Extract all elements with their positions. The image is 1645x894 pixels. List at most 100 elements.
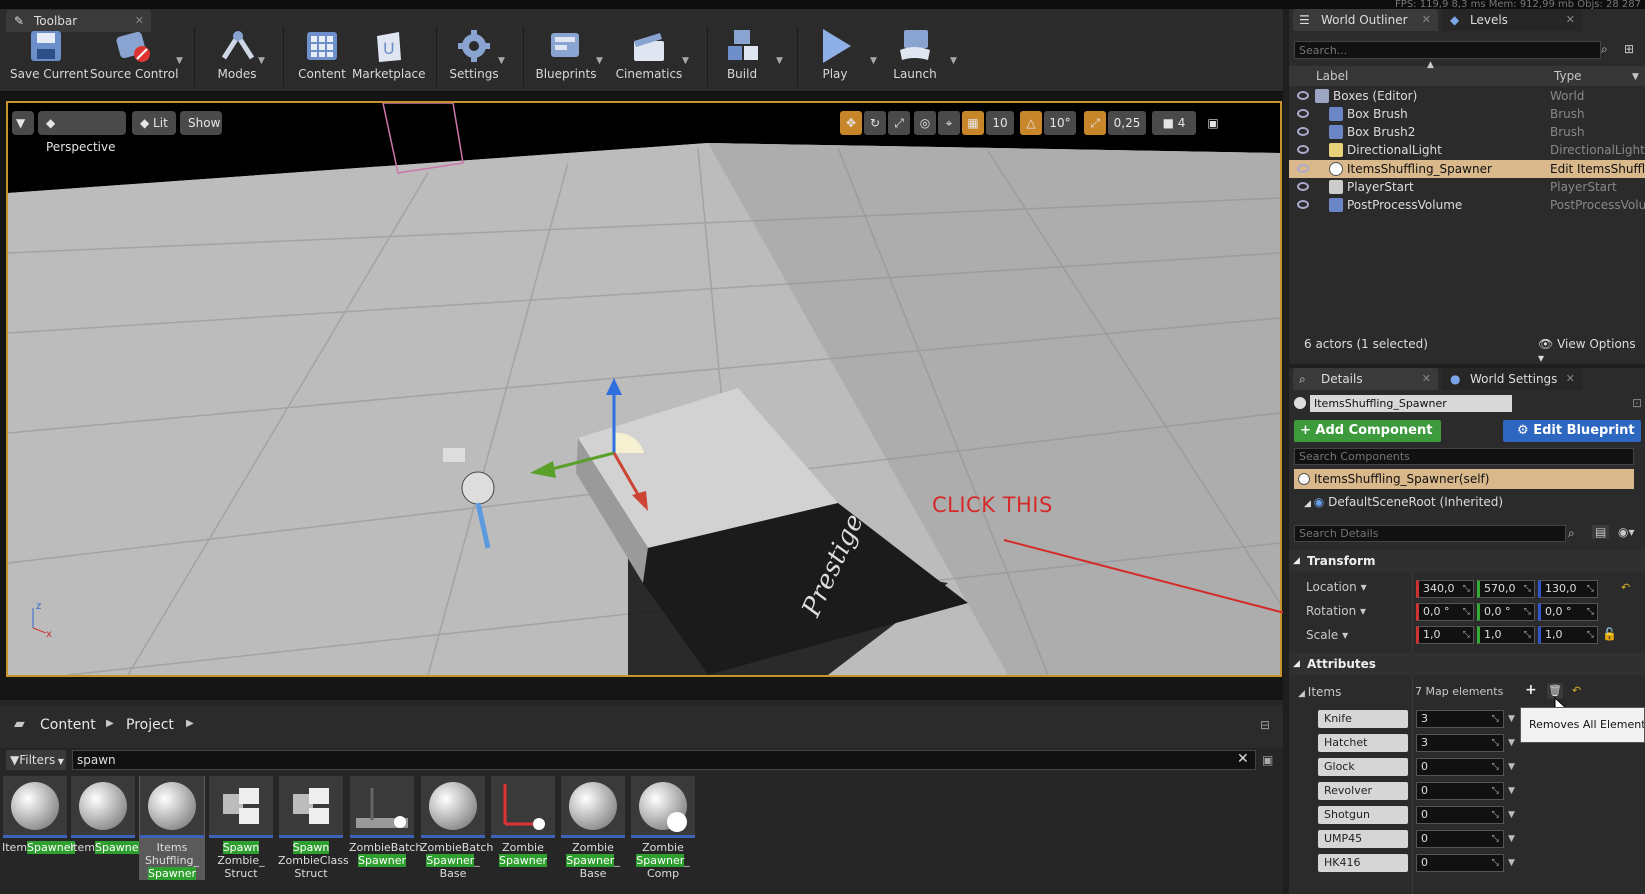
chevron-down-icon[interactable]: ▼ [1632, 72, 1639, 82]
asset-tile[interactable]: Zombie Spawner_ Base [560, 776, 626, 880]
outliner-row[interactable]: PlayerStart PlayerStart [1289, 178, 1645, 196]
asset-tile[interactable]: Zombie Spawner_ Comp [630, 776, 696, 880]
scale-x-field[interactable]: 1,0 ⤡ [1416, 626, 1474, 644]
filters-button[interactable]: ▼Filters ▼ [6, 750, 66, 770]
chevron-down-icon[interactable]: ▼ [498, 56, 505, 66]
scale-snap-icon[interactable]: ⤢ [1084, 111, 1106, 135]
viewport-options-button[interactable]: ▼ [12, 111, 34, 135]
level-viewport[interactable]: Prestige zx ▼ ◆ Perspective ◆ Lit Show ✥… [6, 101, 1282, 677]
close-icon[interactable]: ✕ [1566, 368, 1575, 390]
location-x-field[interactable]: 340,0 ⤡ [1416, 580, 1474, 598]
chevron-down-icon[interactable]: ▼ [258, 56, 265, 66]
map-key-field[interactable]: Glock [1318, 758, 1408, 776]
outliner-row[interactable]: DirectionalLight DirectionalLight [1289, 141, 1645, 159]
grid-snap-value[interactable]: 10 [986, 111, 1014, 135]
scale-tool-icon[interactable]: ⤢ [888, 111, 910, 135]
transform-section-header[interactable]: ◢ Transform [1289, 550, 1645, 572]
element-options-dropdown-icon[interactable]: ▼ [1508, 858, 1515, 868]
map-key-field[interactable]: Knife [1318, 710, 1408, 728]
type-column-header[interactable]: Type [1554, 69, 1582, 83]
asset-tile[interactable]: Spawn Zombie_ Struct [208, 776, 274, 880]
spin-arrows-icon[interactable]: ⤡ [1524, 627, 1531, 643]
map-key-field[interactable]: HK416 [1318, 854, 1408, 872]
map-value-field[interactable]: 3 ⤡ [1416, 710, 1504, 728]
rotation-z-field[interactable]: 0,0 ° ⤡ [1538, 603, 1598, 621]
close-icon[interactable]: ✕ [1422, 368, 1431, 390]
chevron-down-icon[interactable]: ▼ [682, 56, 689, 66]
scale-z-field[interactable]: 1,0 ⤡ [1538, 626, 1598, 644]
clear-search-icon[interactable]: ✕ [1237, 751, 1249, 767]
lit-button[interactable]: ◆ Lit [132, 111, 176, 135]
outliner-row[interactable]: ItemsShuffling_Spawner Edit ItemsShuffli [1289, 160, 1645, 178]
spin-arrows-icon[interactable]: ⤡ [1463, 627, 1470, 643]
property-matrix-icon[interactable]: ▤ [1592, 525, 1610, 539]
items-label[interactable]: ◢ Items [1298, 685, 1341, 699]
spin-arrows-icon[interactable]: ⤡ [1492, 807, 1499, 823]
map-key-field[interactable]: Hatchet [1318, 734, 1408, 752]
location-y-field[interactable]: 570,0 ⤡ [1477, 580, 1535, 598]
actor-name-field[interactable] [1310, 395, 1512, 412]
chevron-down-icon[interactable]: ▼ [776, 56, 783, 66]
element-options-dropdown-icon[interactable]: ▼ [1508, 834, 1515, 844]
reset-location-icon[interactable]: ↶ [1621, 581, 1630, 594]
map-value-field[interactable]: 0 ⤡ [1416, 830, 1504, 848]
location-z-field[interactable]: 130,0 ⤡ [1538, 580, 1598, 598]
map-value-field[interactable]: 0 ⤡ [1416, 854, 1504, 872]
map-value-field[interactable]: 0 ⤡ [1416, 758, 1504, 776]
rotation-snap-icon[interactable]: △ [1020, 111, 1042, 135]
grid-snap-icon[interactable]: ▦ [962, 111, 984, 135]
rotation-label[interactable]: Rotation ▾ [1306, 604, 1366, 618]
visibility-eye-icon[interactable] [1297, 145, 1309, 154]
visibility-eye-icon[interactable]: ◉▾ [1618, 525, 1635, 539]
spin-arrows-icon[interactable]: ⤡ [1492, 711, 1499, 727]
self-component-row[interactable]: ItemsShuffling_Spawner(self) [1294, 469, 1634, 489]
spin-arrows-icon[interactable]: ⤡ [1492, 855, 1499, 871]
scale-y-field[interactable]: 1,0 ⤡ [1477, 626, 1535, 644]
blueprints-button[interactable]: Blueprints [530, 27, 602, 89]
spin-arrows-icon[interactable]: ⤡ [1492, 759, 1499, 775]
outliner-row[interactable]: Box Brush Brush [1289, 105, 1645, 123]
outliner-search-input[interactable] [1294, 41, 1601, 59]
content-button[interactable]: Content [290, 27, 354, 89]
spin-arrows-icon[interactable]: ⤡ [1587, 604, 1594, 620]
breadcrumb-content[interactable]: Content [40, 717, 96, 733]
spin-arrows-icon[interactable]: ⤡ [1492, 735, 1499, 751]
add-element-icon[interactable]: + [1525, 682, 1537, 698]
breadcrumb-project[interactable]: Project [126, 717, 174, 733]
reset-items-icon[interactable]: ↶ [1572, 684, 1581, 697]
asset-tile[interactable]: ItemSpawner [2, 776, 76, 854]
asset-tile[interactable]: Zombie Spawner [490, 776, 556, 867]
map-key-field[interactable]: Revolver [1318, 782, 1408, 800]
location-label[interactable]: Location ▾ [1306, 580, 1367, 594]
asset-tile[interactable]: ZombieBatch Spawner [349, 776, 422, 867]
chevron-right-icon[interactable]: ▶ [186, 718, 194, 729]
build-button[interactable]: Build [712, 27, 772, 89]
asset-tile[interactable]: ItemSpawner_Base [70, 776, 175, 854]
map-key-field[interactable]: Shotgun [1318, 806, 1408, 824]
cinematics-button[interactable]: Cinematics [612, 27, 686, 89]
save-search-icon[interactable]: ▣ [1262, 753, 1273, 767]
chevron-down-icon[interactable]: ▼ [176, 56, 183, 66]
spin-arrows-icon[interactable]: ⤡ [1492, 831, 1499, 847]
add-component-button[interactable]: + Add Component ▾ [1294, 420, 1441, 460]
rotation-y-field[interactable]: 0,0 ° ⤡ [1477, 603, 1535, 621]
edit-blueprint-button[interactable]: ⚙ Edit Blueprint ▾ [1503, 420, 1641, 460]
details-search-input[interactable] [1294, 525, 1566, 542]
save-current-button[interactable]: Save Current [10, 27, 88, 89]
visibility-eye-icon[interactable] [1297, 109, 1309, 118]
close-icon[interactable]: ✕ [1422, 9, 1431, 31]
outliner-row[interactable]: PostProcessVolume PostProcessVolu [1289, 196, 1645, 214]
launch-button[interactable]: Launch [884, 27, 946, 89]
close-icon[interactable]: ✕ [1566, 9, 1575, 31]
element-options-dropdown-icon[interactable]: ▼ [1508, 714, 1515, 724]
tab-world-settings[interactable]: ● World Settings ✕ [1442, 368, 1582, 390]
element-options-dropdown-icon[interactable]: ▼ [1508, 738, 1515, 748]
view-options-button[interactable]: 👁 View Options ▾ [1538, 337, 1645, 365]
chevron-down-icon[interactable]: ▼ [870, 56, 877, 66]
component-search-input[interactable] [1294, 448, 1634, 465]
play-button[interactable]: Play [805, 27, 865, 89]
add-actor-icon[interactable]: ⊞ [1624, 42, 1634, 56]
spin-arrows-icon[interactable]: ⤡ [1524, 604, 1531, 620]
visibility-eye-icon[interactable] [1297, 200, 1309, 209]
translate-tool-icon[interactable]: ✥ [840, 111, 862, 135]
